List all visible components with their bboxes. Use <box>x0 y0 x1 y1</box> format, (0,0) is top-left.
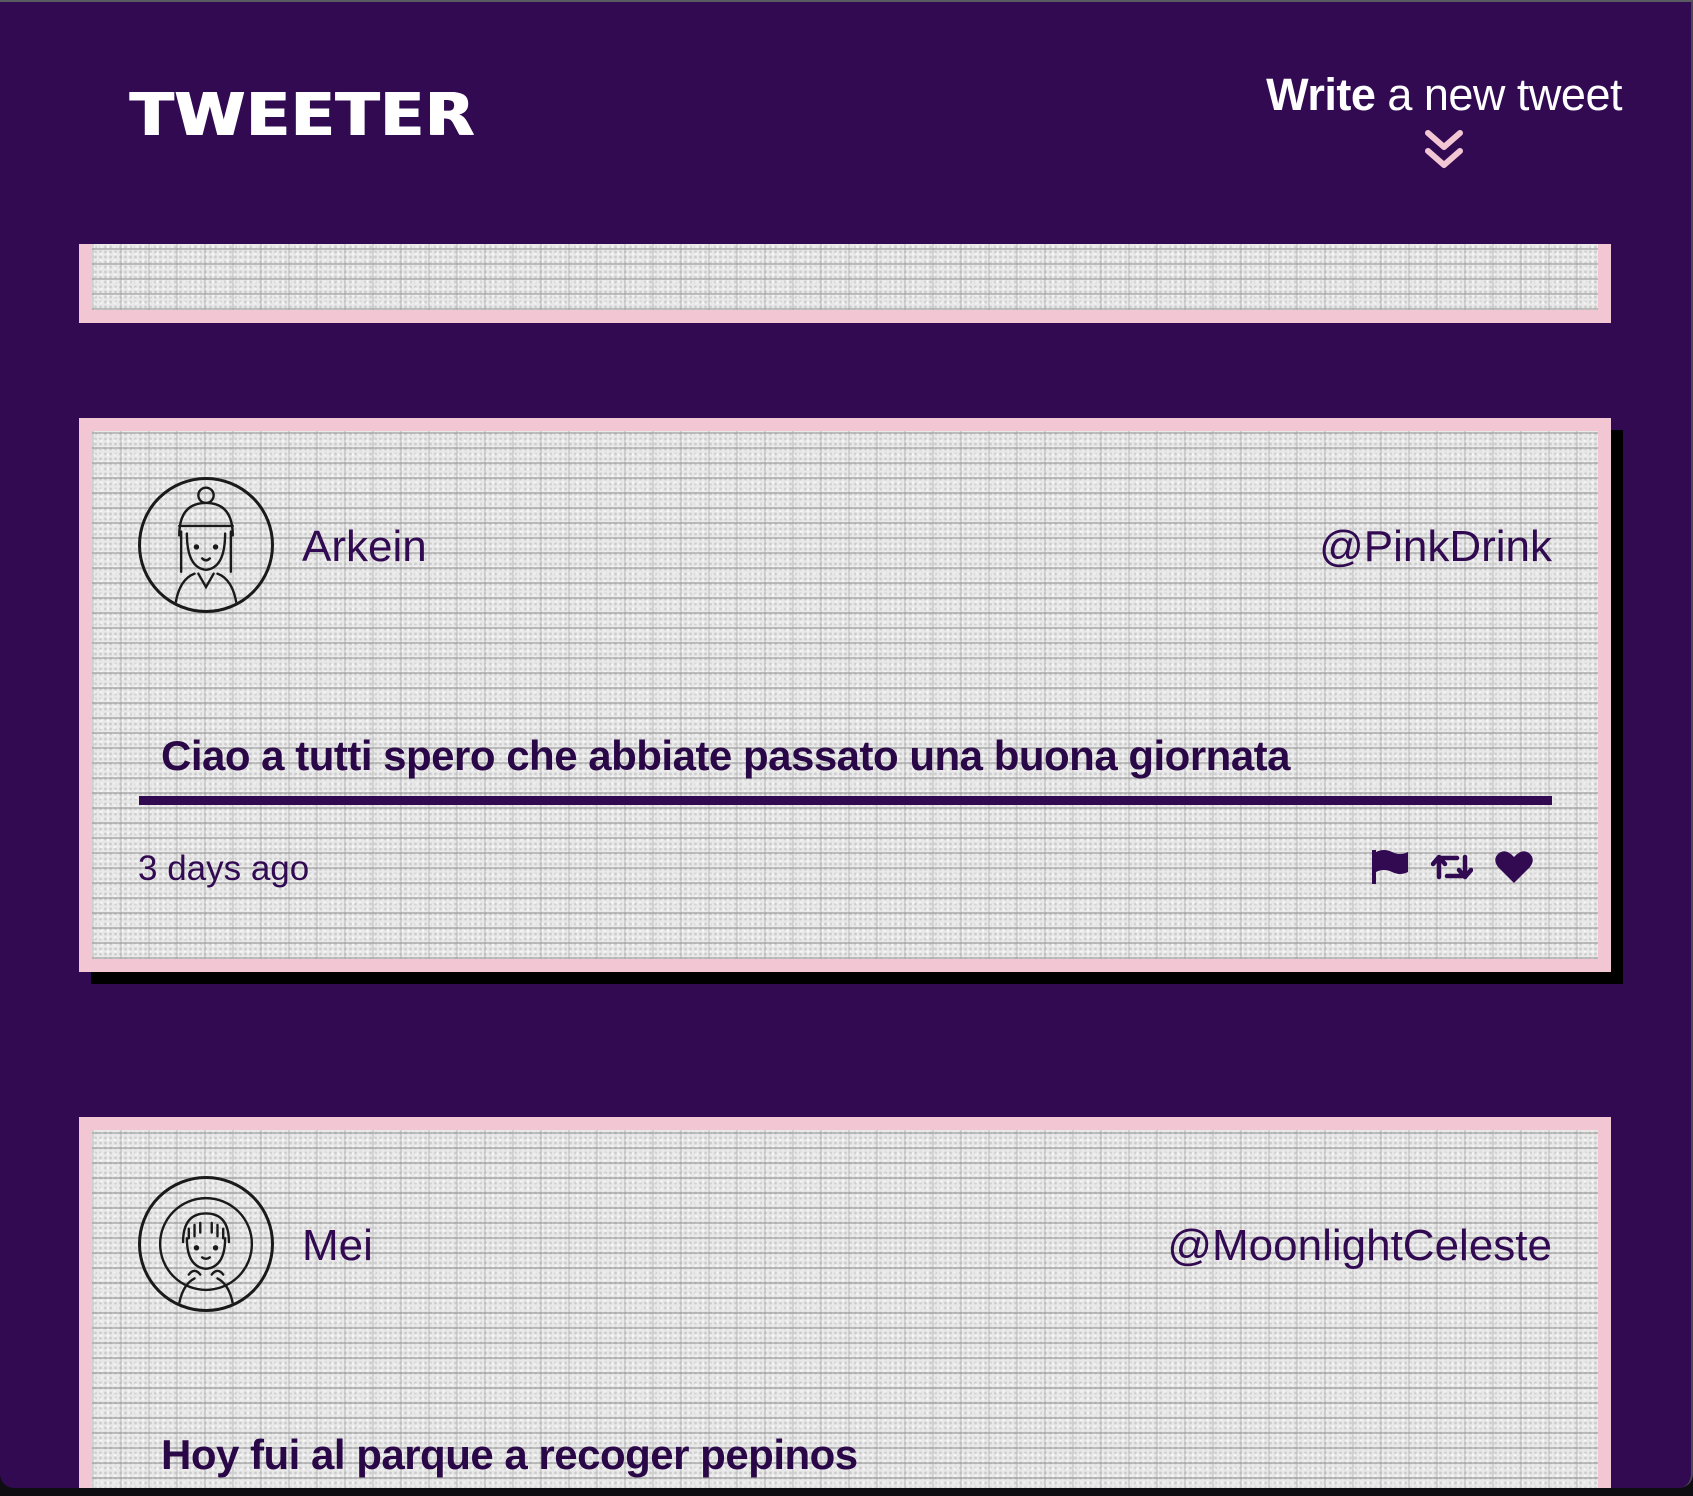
tweet-card[interactable]: Arkein @PinkDrink Ciao a tutti spero che… <box>79 418 1611 972</box>
tweet-card[interactable]: Mei @MoonlightCeleste Hoy fui al parque … <box>79 1117 1611 1488</box>
retweet-button[interactable] <box>1430 845 1474 889</box>
display-name[interactable]: Arkein <box>302 525 427 569</box>
avatar[interactable] <box>138 1176 274 1312</box>
user-avatar-icon <box>174 486 238 606</box>
user-handle[interactable]: @PinkDrink <box>1319 525 1552 569</box>
tweet-timestamp: 3 days ago <box>138 849 310 888</box>
double-chevron-down-icon <box>1425 130 1464 168</box>
tweet-divider <box>139 796 1552 805</box>
tweet-text: Ciao a tutti spero che abbiate passato u… <box>161 732 1291 779</box>
tweet-text: Hoy fui al parque a recoger pepinos <box>161 1431 858 1478</box>
new-tweet-words: a new tweet <box>1375 69 1622 120</box>
flag-button[interactable] <box>1368 845 1412 889</box>
tweet-card-partial <box>79 244 1611 323</box>
retweet-icon <box>1431 854 1473 880</box>
user-handle[interactable]: @MoonlightCeleste <box>1167 1224 1552 1268</box>
avatar[interactable] <box>138 477 274 613</box>
app-window: TWEETER Write a new tweet Arkein @PinkDr… <box>0 0 1693 1488</box>
flag-icon <box>1372 850 1408 884</box>
like-button[interactable] <box>1492 845 1536 889</box>
write-new-tweet-button[interactable]: Write a new tweet <box>1266 72 1622 171</box>
tweet-actions <box>1368 845 1536 889</box>
write-new-tweet-label: Write a new tweet <box>1266 72 1622 117</box>
write-word: Write <box>1266 69 1376 120</box>
display-name[interactable]: Mei <box>302 1224 373 1268</box>
app-logo[interactable]: TWEETER <box>130 86 475 145</box>
user-avatar-icon <box>158 1196 254 1305</box>
heart-icon <box>1495 851 1533 883</box>
